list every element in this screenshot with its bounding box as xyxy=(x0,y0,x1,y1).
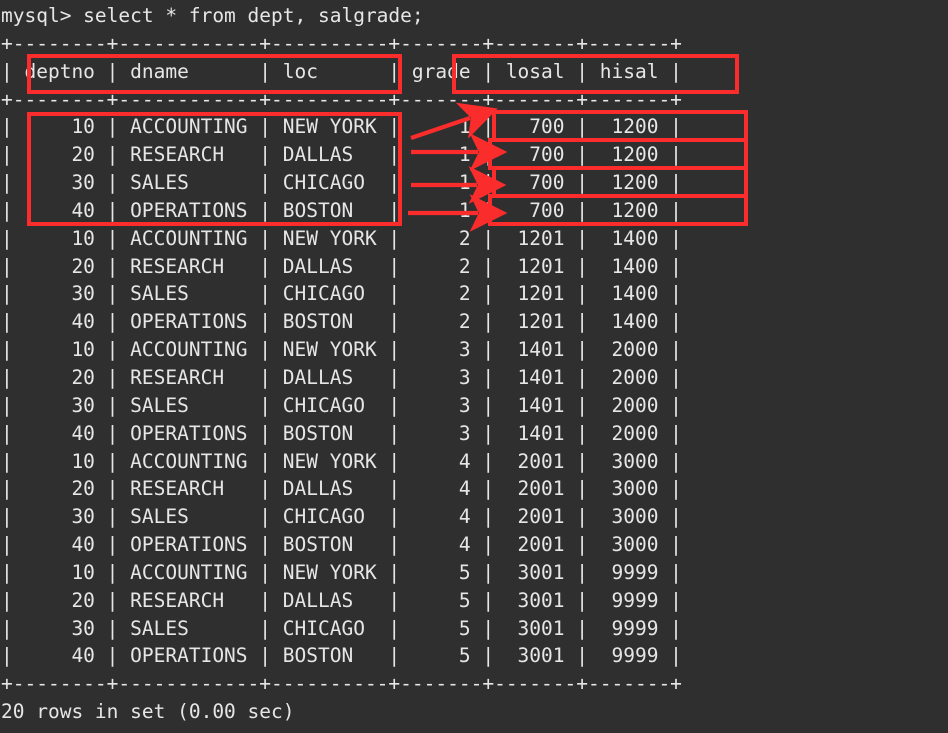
terminal-output-text: mysql> select * from dept, salgrade; +--… xyxy=(1,4,682,724)
mysql-terminal-window[interactable]: mysql> select * from dept, salgrade; +--… xyxy=(0,0,948,733)
